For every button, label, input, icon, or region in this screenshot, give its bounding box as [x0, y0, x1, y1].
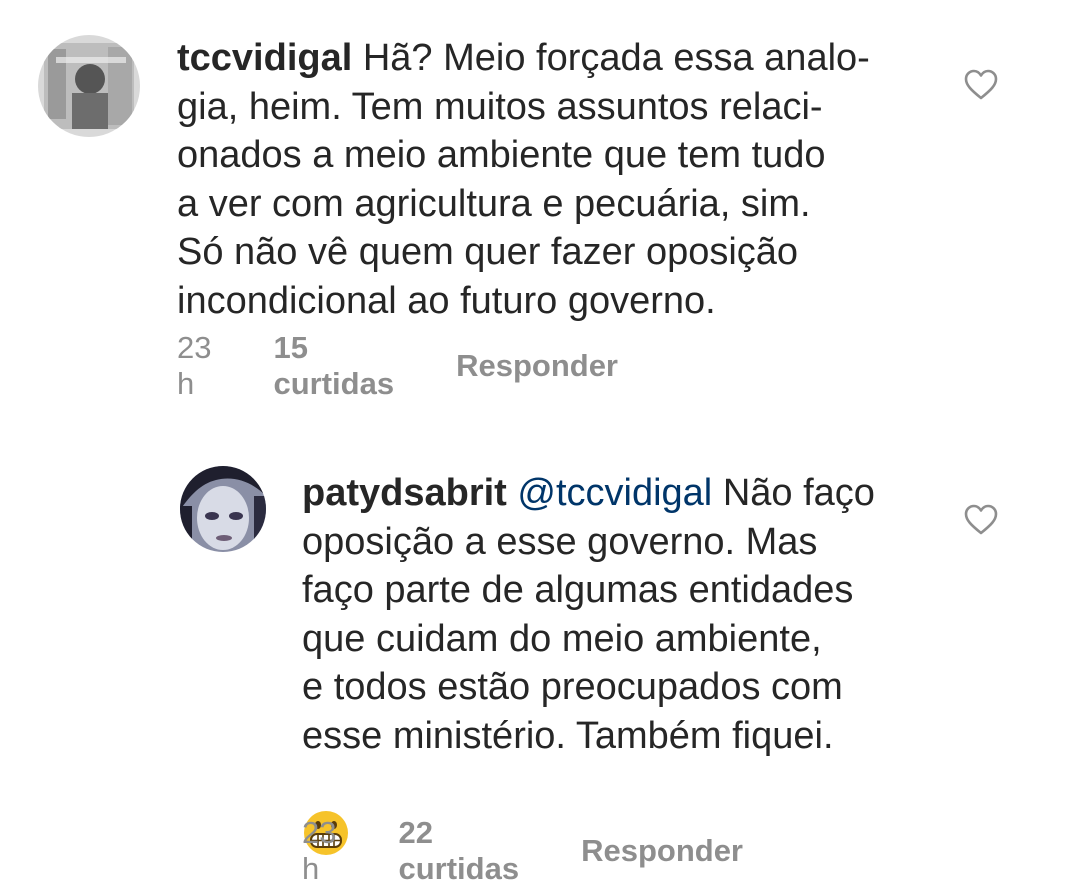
- avatar-image: [180, 466, 266, 552]
- avatar[interactable]: [180, 466, 266, 552]
- comment-line: e todos estão preocupados com: [302, 666, 843, 708]
- timestamp[interactable]: 23 h: [177, 330, 211, 402]
- reply-button[interactable]: Responder: [581, 833, 743, 869]
- username-link[interactable]: tccvidigal: [177, 37, 352, 79]
- reply-button[interactable]: Responder: [456, 348, 618, 384]
- comment-line: a ver com agricultura e pecuária, sim.: [177, 182, 811, 225]
- comment-line: Só não vê quem quer fazer oposição: [177, 231, 799, 273]
- comment-text: patydsabrit @tccvidigal Não faço oposição…: [302, 469, 942, 869]
- comment-line: oposição a esse governo. Mas: [302, 520, 818, 563]
- mention-link[interactable]: @tccvidigal: [517, 472, 712, 514]
- comment-line: onados a meio ambiente que tem tudo: [177, 134, 826, 176]
- avatar[interactable]: [38, 35, 140, 137]
- like-heart-icon[interactable]: [964, 504, 998, 536]
- comment-line: gia, heim. Tem muitos assuntos relaci-: [177, 85, 823, 128]
- likes-count-link[interactable]: 15 curtidas: [273, 330, 394, 402]
- comment-line: Hã? Meio forçada essa analo-: [352, 37, 870, 79]
- comment-line: incondicional ao futuro governo.: [177, 279, 716, 322]
- avatar-image: [38, 35, 140, 137]
- comment-text: tccvidigal Hã? Meio forçada essa analo-g…: [177, 34, 937, 325]
- comment-meta: 23 h 15 curtidas Responder: [177, 330, 618, 401]
- comment-meta: 23 h 22 curtidas Responder: [302, 815, 743, 886]
- comment-line: esse ministério. Também fiquei.: [302, 714, 834, 757]
- username-link[interactable]: patydsabrit: [302, 472, 507, 514]
- comment-line: faço parte de algumas entidades: [302, 569, 854, 611]
- timestamp[interactable]: 23 h: [302, 815, 336, 887]
- comment-line: que cuidam do meio ambiente,: [302, 617, 822, 660]
- likes-count-link[interactable]: 22 curtidas: [398, 815, 519, 887]
- comment-line: Não faço: [712, 472, 875, 514]
- like-heart-icon[interactable]: [964, 69, 998, 101]
